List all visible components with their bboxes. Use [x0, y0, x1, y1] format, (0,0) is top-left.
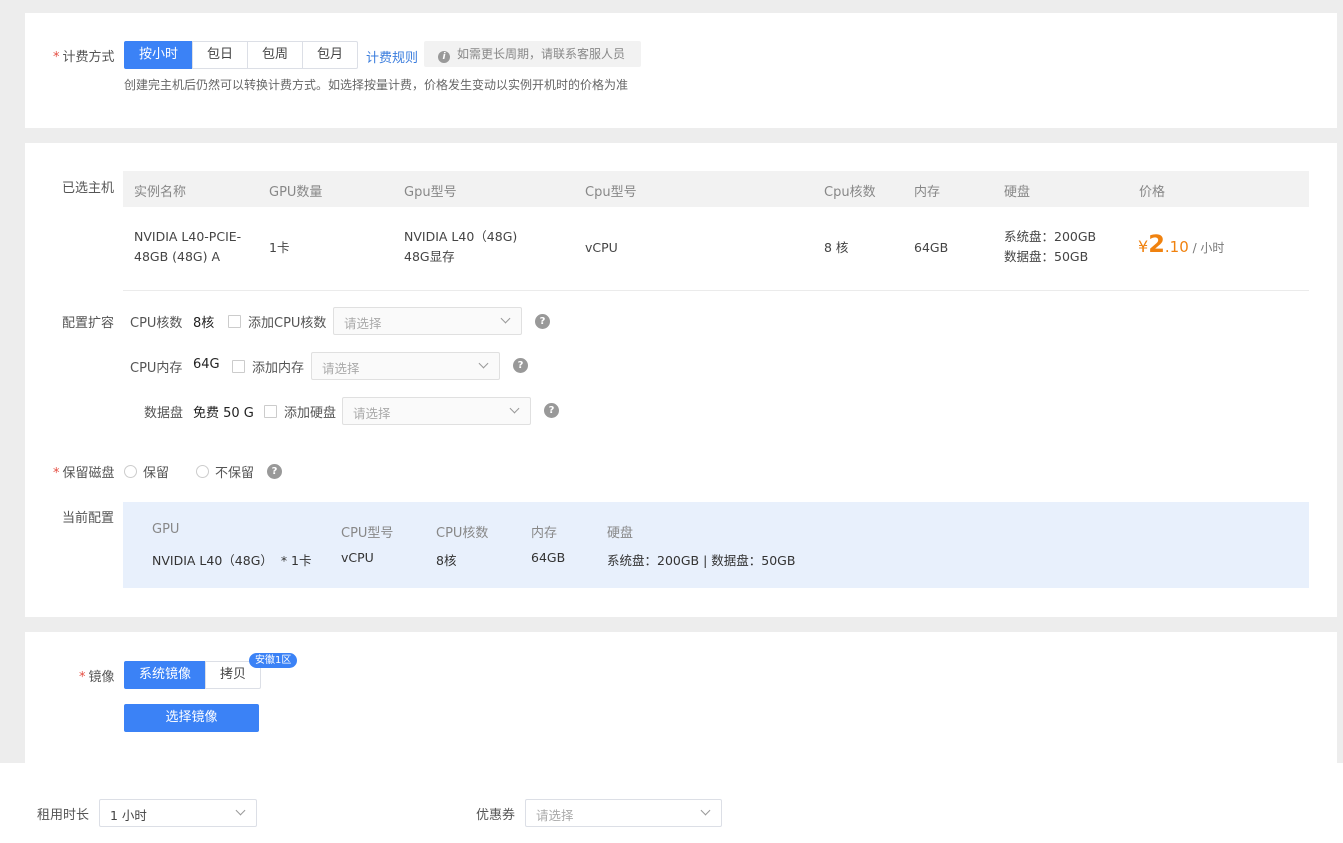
th-cpu-model: Cpu型号 — [585, 185, 637, 200]
region-badge: 安徽1区 — [249, 653, 298, 668]
th-disk: 硬盘 — [1004, 185, 1031, 200]
image-type-group: 系统镜像 拷贝 — [124, 661, 262, 689]
cell-gpu-model: NVIDIA L40（48G) 48G显存 — [404, 229, 518, 264]
cell-memory: 64GB — [914, 240, 949, 255]
data-disk-label: 数据盘 — [144, 406, 184, 421]
rent-duration-label: 租用时长 — [37, 808, 90, 823]
memory-select[interactable]: 请选择 — [311, 352, 500, 380]
billing-daily-button[interactable]: 包日 — [192, 41, 249, 69]
cfg-header-memory: 内存 — [531, 526, 558, 541]
help-icon[interactable]: ? — [544, 403, 559, 418]
cell-cpu-model: vCPU — [585, 240, 618, 255]
selected-host-label: 已选主机 — [62, 181, 115, 196]
data-disk-value: 免费 50 G — [193, 406, 254, 421]
select-image-button[interactable]: 选择镜像 — [124, 704, 259, 732]
keep-radio-label[interactable]: 保留 — [143, 462, 169, 481]
cpu-memory-label: CPU内存 — [130, 361, 183, 376]
billing-label: * 计费方式 — [53, 50, 115, 65]
add-cpu-label[interactable]: 添加CPU核数 — [248, 312, 326, 331]
row-divider — [123, 290, 1309, 291]
billing-rules-link[interactable]: 计费规则 — [366, 47, 418, 66]
disk-select[interactable]: 请选择 — [342, 397, 531, 425]
info-icon: i — [438, 51, 450, 63]
help-icon[interactable]: ? — [267, 464, 282, 479]
keep-disk-label: * 保留磁盘 — [53, 466, 115, 481]
cfg-value-gpu: NVIDIA L40（48G） * 1卡 — [152, 553, 312, 568]
cpu-cores-select[interactable]: 请选择 — [333, 307, 522, 335]
current-config-label: 当前配置 — [62, 511, 115, 526]
chevron-down-icon — [478, 358, 489, 369]
image-label: * 镜像 — [79, 670, 115, 685]
not-keep-radio[interactable] — [196, 465, 209, 478]
chevron-down-icon — [509, 403, 520, 414]
current-config-box: GPU CPU型号 CPU核数 内存 硬盘 NVIDIA L40（48G） * … — [123, 502, 1309, 588]
th-instance-name: 实例名称 — [134, 185, 187, 200]
host-table-header: 实例名称 GPU数量 Gpu型号 Cpu型号 Cpu核数 内存 硬盘 价格 — [123, 171, 1309, 207]
billing-monthly-button[interactable]: 包月 — [302, 41, 359, 69]
billing-card — [25, 13, 1337, 128]
cpu-memory-value: 64G — [193, 357, 220, 372]
cpu-cores-label: CPU核数 — [130, 316, 183, 331]
billing-hourly-button[interactable]: 按小时 — [124, 41, 194, 69]
cell-gpu-count: 1卡 — [269, 240, 290, 255]
billing-mode-group: 按小时 包日 包周 包月 — [124, 41, 359, 69]
cfg-value-cpu-model: vCPU — [341, 550, 374, 565]
cfg-value-memory: 64GB — [531, 550, 566, 565]
cfg-header-disk: 硬盘 — [607, 526, 634, 541]
add-memory-checkbox[interactable] — [232, 360, 245, 373]
help-icon[interactable]: ? — [535, 314, 550, 329]
chevron-down-icon — [500, 313, 511, 324]
billing-hint: 创建完主机后仍然可以转换计费方式。如选择按量计费，价格发生变动以实例开机时的价格… — [124, 78, 629, 92]
cfg-value-disk: 系统盘：200GB | 数据盘：50GB — [607, 553, 796, 568]
coupon-label: 优惠券 — [476, 808, 516, 823]
cell-price: ¥2.10 / 小时 — [1138, 230, 1225, 258]
help-icon[interactable]: ? — [513, 358, 528, 373]
th-gpu-model: Gpu型号 — [404, 185, 457, 200]
add-memory-label[interactable]: 添加内存 — [252, 357, 304, 376]
th-cpu-cores: Cpu核数 — [824, 185, 876, 200]
cfg-header-gpu: GPU — [152, 522, 180, 537]
cell-instance-name: NVIDIA L40-PCIE- 48GB (48G) A — [134, 229, 242, 264]
cpu-cores-value: 8核 — [193, 316, 215, 331]
rent-duration-select[interactable]: 1 小时 — [99, 799, 257, 827]
not-keep-radio-label[interactable]: 不保留 — [215, 462, 254, 481]
cfg-header-cpu-model: CPU型号 — [341, 526, 394, 541]
th-price: 价格 — [1139, 185, 1166, 200]
chevron-down-icon — [235, 805, 246, 816]
billing-tip: i 如需更长周期，请联系客服人员 — [424, 41, 642, 67]
chevron-down-icon — [700, 805, 711, 816]
cfg-value-cpu-cores: 8核 — [436, 553, 457, 568]
cell-cpu-cores: 8 核 — [824, 240, 849, 255]
th-memory: 内存 — [914, 185, 941, 200]
system-image-button[interactable]: 系统镜像 — [124, 661, 207, 689]
add-disk-checkbox[interactable] — [264, 405, 277, 418]
coupon-select[interactable]: 请选择 — [525, 799, 722, 827]
cell-disk: 系统盘：200GB 数据盘：50GB — [1004, 229, 1097, 264]
th-gpu-count: GPU数量 — [269, 185, 323, 200]
expansion-label: 配置扩容 — [62, 316, 115, 331]
cfg-header-cpu-cores: CPU核数 — [436, 526, 489, 541]
add-cpu-checkbox[interactable] — [228, 315, 241, 328]
add-disk-label[interactable]: 添加硬盘 — [284, 402, 336, 421]
keep-radio[interactable] — [124, 465, 137, 478]
billing-weekly-button[interactable]: 包周 — [247, 41, 304, 69]
image-card — [25, 632, 1337, 763]
